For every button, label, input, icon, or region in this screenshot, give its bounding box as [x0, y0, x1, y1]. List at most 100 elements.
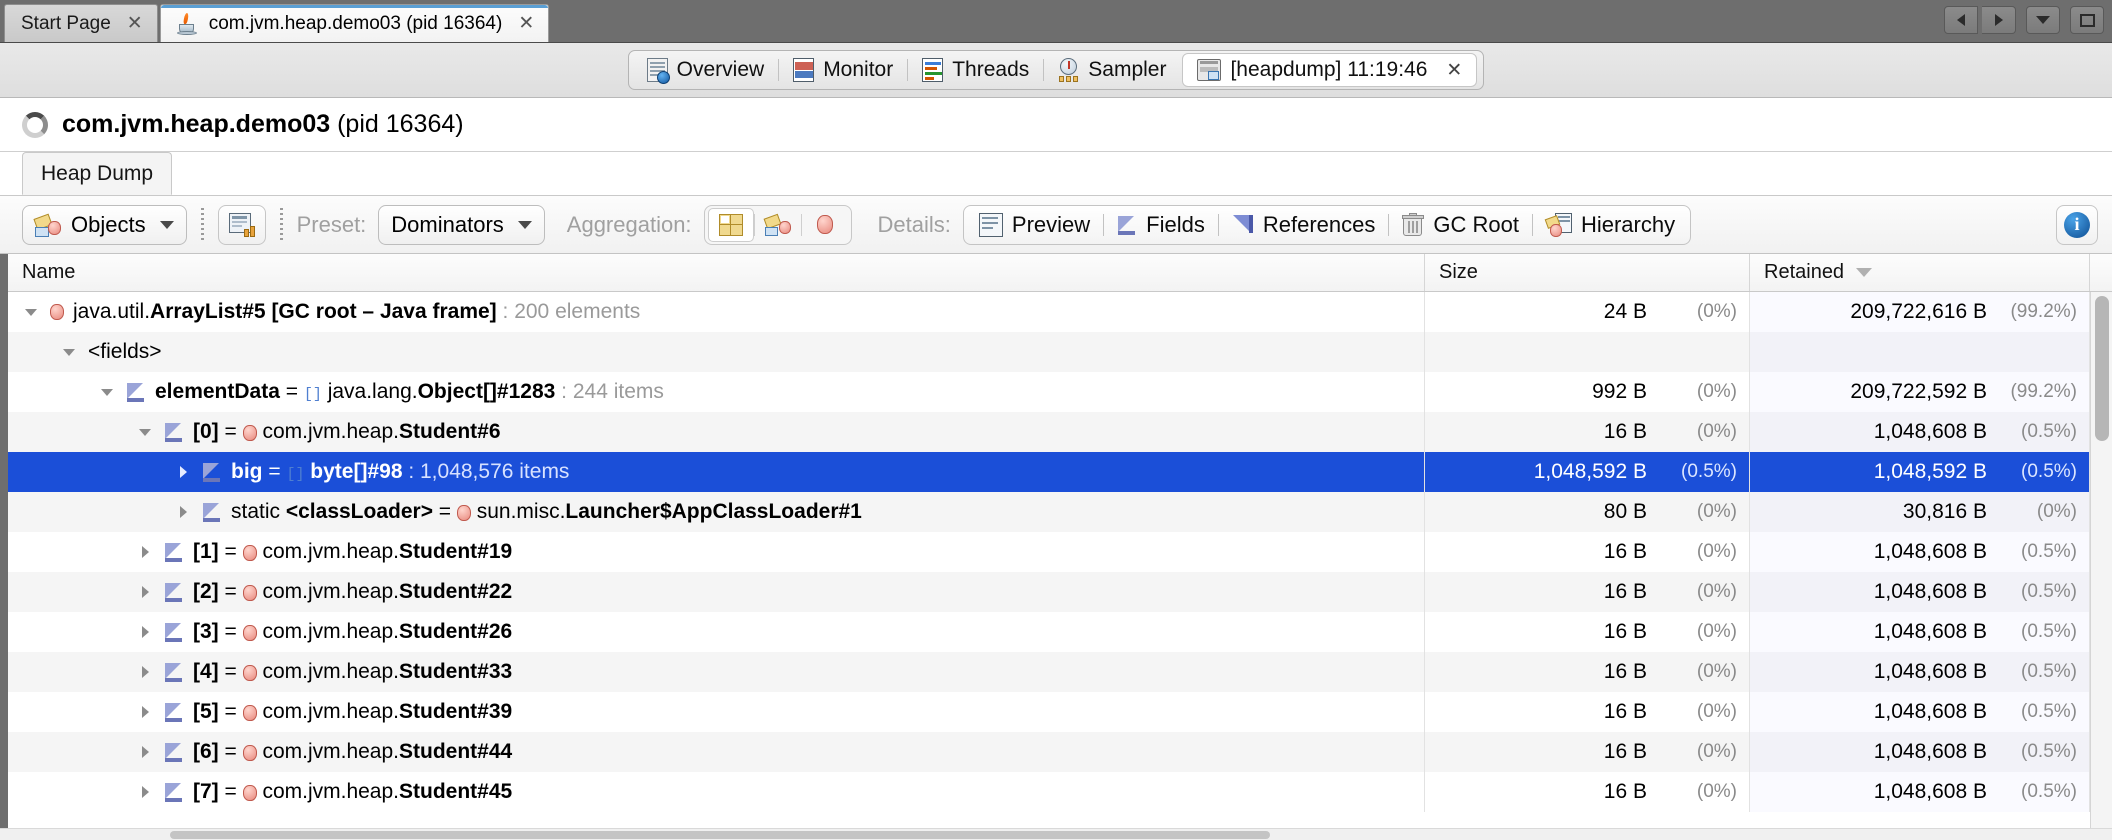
- table-row[interactable]: [5] = com.jvm.heap.Student#39 16 B (0%) 1,0…: [0, 692, 2112, 732]
- tab-overview[interactable]: Overview: [633, 53, 779, 87]
- fields-arrow-icon: [164, 542, 184, 562]
- table-row[interactable]: <fields>: [0, 332, 2112, 372]
- details-references-button[interactable]: References: [1219, 208, 1389, 242]
- expand-collapse-chevron-down-icon[interactable]: [136, 423, 154, 441]
- vertical-scrollbar[interactable]: [2090, 292, 2112, 840]
- details-hierarchy-button[interactable]: Hierarchy: [1533, 208, 1688, 242]
- expand-collapse-chevron-down-icon[interactable]: [98, 383, 116, 401]
- tab-sampler[interactable]: Sampler: [1044, 53, 1180, 87]
- details-group: Preview Fields References GC Root Hierar…: [962, 204, 1692, 245]
- table-row[interactable]: [2] = com.jvm.heap.Student#22 16 B (0%) 1,0…: [0, 572, 2112, 612]
- tab-monitor[interactable]: Monitor: [779, 53, 907, 87]
- object-dot-icon: [242, 425, 257, 441]
- retained-percent: (0%): [2036, 501, 2077, 522]
- size-value: 16 B: [1603, 740, 1647, 763]
- close-icon[interactable]: ✕: [1446, 59, 1462, 82]
- window-tab-bar: Start Page ✕ com.jvm.heap.demo03 (pid 16…: [0, 0, 2112, 43]
- table-row[interactable]: [4] = com.jvm.heap.Student#33 16 B (0%) 1,0…: [0, 652, 2112, 692]
- aggregation-packages-button[interactable]: [755, 208, 801, 242]
- nav-forward-button[interactable]: [1982, 6, 2016, 34]
- expand-collapse-chevron-right-icon[interactable]: [136, 583, 154, 601]
- details-gcroot-button[interactable]: GC Root: [1389, 208, 1532, 242]
- tab-start-page[interactable]: Start Page ✕: [4, 4, 158, 42]
- table-row[interactable]: elementData = [] java.lang.Object[]#1283…: [0, 372, 2112, 412]
- cell-name: [0] = com.jvm.heap.Student#6: [0, 412, 1425, 452]
- aggregation-classes-button[interactable]: [707, 207, 754, 242]
- view-tab-label: Threads: [952, 58, 1030, 81]
- size-value: 16 B: [1603, 620, 1647, 643]
- tab-heapdump[interactable]: [heapdump] 11:19:46 ✕: [1182, 53, 1478, 87]
- row-label: [1] = com.jvm.heap.Student#19: [193, 540, 513, 563]
- column-header-name[interactable]: Name: [0, 254, 1425, 291]
- expand-collapse-chevron-right-icon[interactable]: [174, 463, 192, 481]
- cell-retained: 209,722,616 B (99.2%): [1750, 292, 2090, 332]
- cell-retained: 1,048,608 B (0.5%): [1750, 732, 2090, 772]
- table-body: java.util.ArrayList#5 [GC root – Java fr…: [0, 292, 2112, 812]
- array-bracket-icon: []: [303, 386, 322, 403]
- packages-icon: [763, 213, 791, 236]
- retained-value: 1,048,608 B: [1873, 740, 1987, 763]
- details-fields-button[interactable]: Fields: [1104, 208, 1218, 242]
- column-header-retained[interactable]: Retained: [1750, 254, 2090, 291]
- cell-name: elementData = [] java.lang.Object[]#1283…: [0, 372, 1425, 412]
- objects-dropdown[interactable]: Objects: [22, 204, 187, 245]
- table-row[interactable]: [3] = com.jvm.heap.Student#26 16 B (0%) 1,0…: [0, 612, 2112, 652]
- column-header-size[interactable]: Size: [1425, 254, 1750, 291]
- expand-collapse-chevron-right-icon[interactable]: [174, 503, 192, 521]
- window-controls: [1944, 6, 2104, 34]
- compare-snapshot-button[interactable]: [217, 204, 266, 245]
- cell-size: 992 B (0%): [1425, 372, 1750, 412]
- cell-retained: 1,048,608 B (0.5%): [1750, 532, 2090, 572]
- tab-threads[interactable]: Threads: [908, 53, 1043, 87]
- object-dot-icon: [242, 785, 257, 801]
- table-row[interactable]: [0] = com.jvm.heap.Student#6 16 B (0%) 1,04…: [0, 412, 2112, 452]
- aggregation-objects-button[interactable]: [802, 208, 848, 242]
- retained-value: 1,048,608 B: [1873, 780, 1987, 803]
- retained-percent: (0.5%): [2021, 621, 2077, 642]
- expand-collapse-chevron-right-icon[interactable]: [136, 743, 154, 761]
- tab-process-heap-demo03[interactable]: com.jvm.heap.demo03 (pid 16364) ✕: [159, 4, 550, 42]
- size-value: 16 B: [1603, 700, 1647, 723]
- nav-back-button[interactable]: [1944, 6, 1978, 34]
- row-label: [5] = com.jvm.heap.Student#39: [193, 700, 513, 723]
- tab-list-dropdown-button[interactable]: [2026, 6, 2060, 34]
- view-tab-label: Overview: [676, 58, 765, 81]
- fields-arrow-icon: [164, 422, 184, 442]
- close-icon[interactable]: ✕: [127, 14, 143, 33]
- size-value: 80 B: [1603, 500, 1647, 523]
- trash-gcroot-icon: [1402, 212, 1425, 237]
- fields-arrow-icon: [164, 742, 184, 762]
- subtab-heap-dump[interactable]: Heap Dump: [22, 152, 173, 195]
- details-preview-button[interactable]: Preview: [966, 208, 1103, 242]
- table-row[interactable]: java.util.ArrayList#5 [GC root – Java fr…: [0, 292, 2112, 332]
- view-tab-label: Sampler: [1088, 58, 1167, 81]
- expand-collapse-chevron-right-icon[interactable]: [136, 663, 154, 681]
- scrollbar-thumb[interactable]: [2095, 296, 2109, 441]
- retained-percent: (0.5%): [2021, 661, 2077, 682]
- expand-collapse-chevron-right-icon[interactable]: [136, 783, 154, 801]
- table-row[interactable]: [6] = com.jvm.heap.Student#44 16 B (0%) 1,0…: [0, 732, 2112, 772]
- table-row[interactable]: [1] = com.jvm.heap.Student#19 16 B (0%) 1,0…: [0, 532, 2112, 572]
- size-percent: (0%): [1696, 501, 1737, 522]
- subtab-bar: Heap Dump: [0, 152, 2112, 196]
- cell-size: 16 B (0%): [1425, 652, 1750, 692]
- table-row[interactable]: big = [] byte[]#98 : 1,048,576 items 1,04…: [0, 452, 2112, 492]
- preset-dropdown[interactable]: Dominators: [378, 204, 545, 245]
- info-button[interactable]: i: [2056, 204, 2098, 245]
- close-icon[interactable]: ✕: [518, 14, 534, 33]
- expand-collapse-chevron-down-icon[interactable]: [60, 343, 78, 361]
- table-row[interactable]: [7] = com.jvm.heap.Student#45 16 B (0%) 1,0…: [0, 772, 2112, 812]
- maximize-button[interactable]: [2070, 6, 2104, 34]
- table-row[interactable]: static <classLoader> = sun.misc.Launcher…: [0, 492, 2112, 532]
- retained-percent: (99.2%): [2010, 301, 2077, 322]
- cell-name: big = [] byte[]#98 : 1,048,576 items: [0, 452, 1425, 492]
- fields-arrow-icon: [164, 662, 184, 682]
- horizontal-scrollbar[interactable]: [0, 828, 2112, 840]
- expand-collapse-chevron-right-icon[interactable]: [136, 543, 154, 561]
- expand-collapse-chevron-right-icon[interactable]: [136, 623, 154, 641]
- retained-percent: (0.5%): [2021, 701, 2077, 722]
- expand-collapse-chevron-right-icon[interactable]: [136, 703, 154, 721]
- expand-collapse-chevron-down-icon[interactable]: [22, 303, 40, 321]
- scrollbar-thumb[interactable]: [170, 831, 1270, 839]
- cell-name: [3] = com.jvm.heap.Student#26: [0, 612, 1425, 652]
